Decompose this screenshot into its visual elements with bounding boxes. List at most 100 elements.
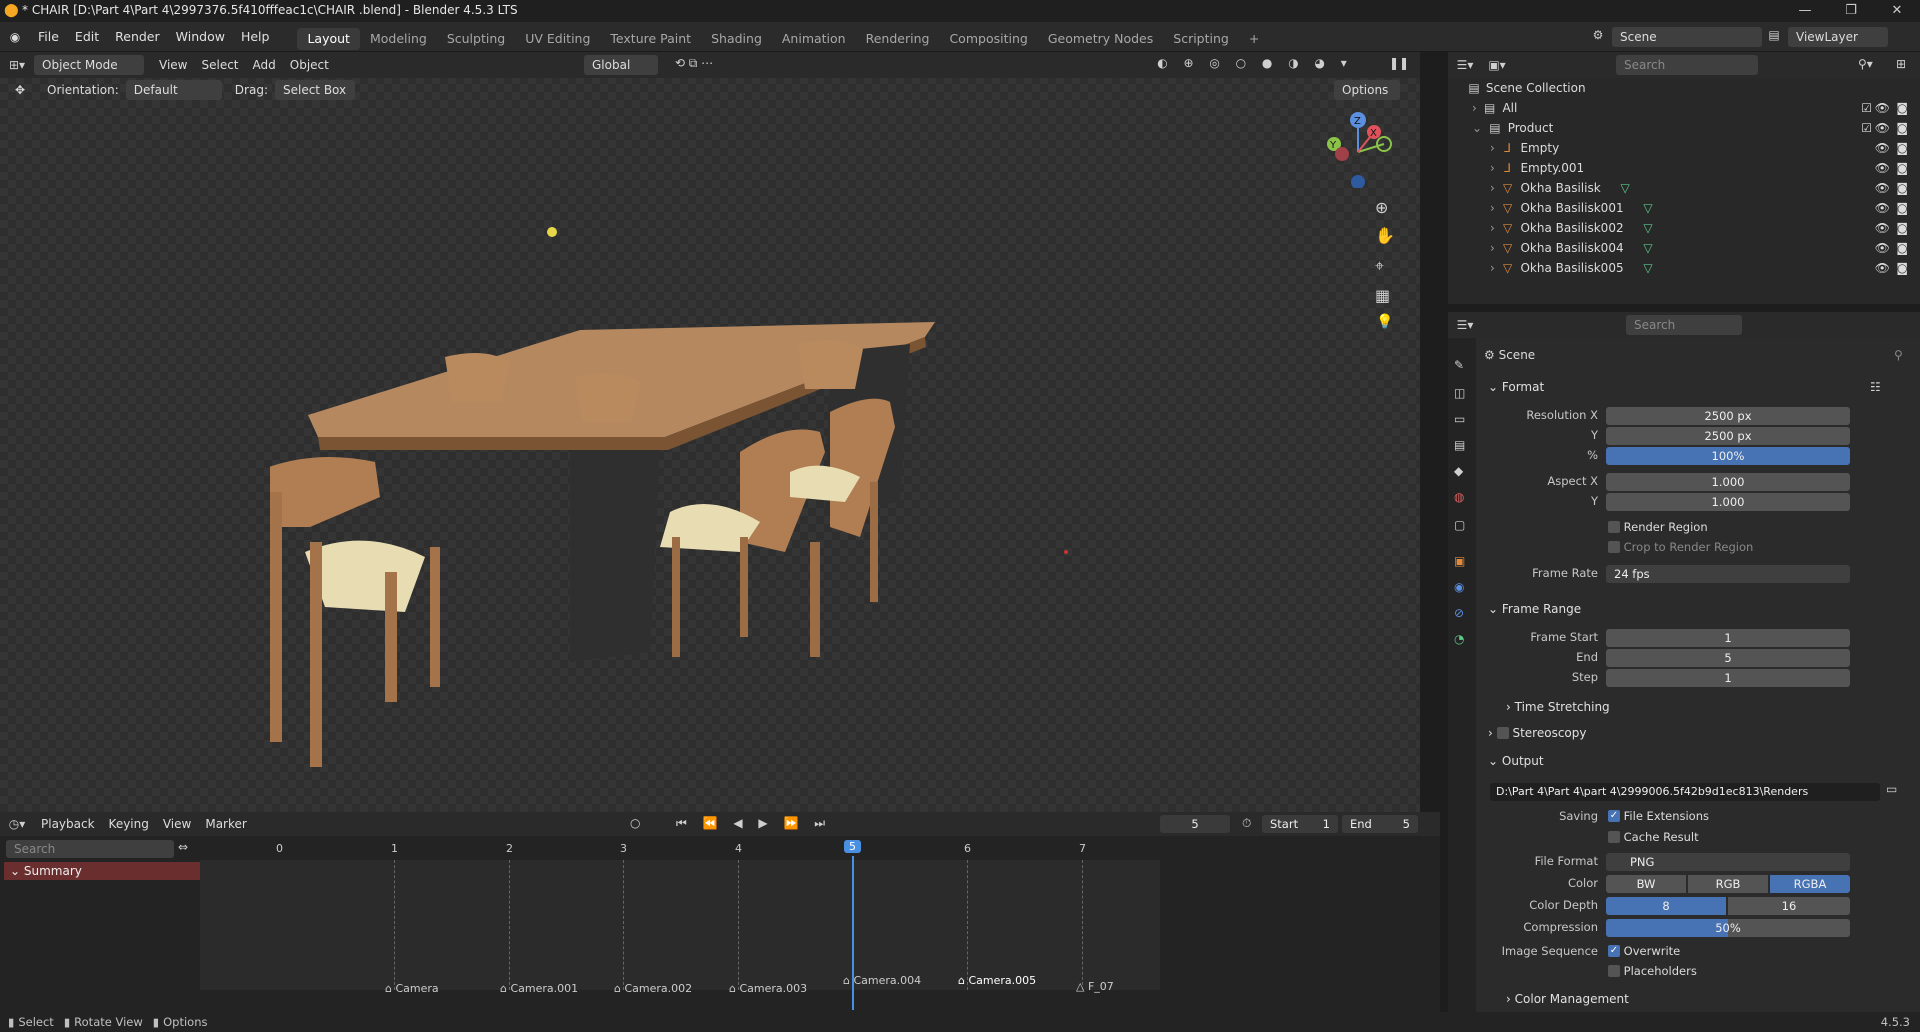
menu-marker[interactable]: Marker	[198, 813, 253, 835]
menu-file[interactable]: File	[30, 22, 67, 52]
output-path-field[interactable]: D:\Part 4\Part 4\part 4\2999006.5f42b9d1…	[1490, 783, 1880, 801]
start-frame-field[interactable]: Start 1	[1262, 815, 1338, 833]
pin-icon[interactable]: ⚲	[1894, 348, 1903, 362]
outliner-item[interactable]: › ▽ Okha Basilisk ▽ 👁 ◙	[1490, 178, 1912, 198]
tab-animation[interactable]: Animation	[772, 28, 856, 50]
chevron-right-icon[interactable]: ›	[1490, 261, 1495, 275]
tab-shading[interactable]: Shading	[701, 28, 772, 50]
collection-product-row[interactable]: ⌄ ▤ Product ☑ 👁 ◙	[1472, 118, 1912, 138]
chevron-right-icon[interactable]: ›	[1490, 221, 1495, 235]
object-tab-icon[interactable]: ▣	[1454, 554, 1465, 568]
transform-orientation-selector[interactable]: Global	[584, 55, 658, 75]
constraints-tab-icon[interactable]: ⊘	[1454, 606, 1464, 620]
file-extensions-checkbox[interactable]: ✓ File Extensions	[1608, 809, 1709, 823]
outliner-editor-icon[interactable]: ☰▾	[1448, 58, 1482, 72]
placeholders-checkbox[interactable]: Placeholders	[1608, 964, 1697, 978]
folder-icon[interactable]: ▭	[1886, 782, 1897, 796]
perspective-grid-icon[interactable]: ▦	[1375, 286, 1390, 305]
marker-camera-001[interactable]: ⌂ Camera.001	[500, 982, 578, 995]
3d-viewport[interactable]: ⊞▾ Object Mode View Select Add Object Gl…	[0, 52, 1420, 812]
data-tab-icon[interactable]: ◔	[1454, 632, 1464, 646]
scene-selector[interactable]: Scene	[1612, 27, 1762, 47]
render-region-checkbox[interactable]: Render Region	[1608, 520, 1708, 534]
frame-start-field[interactable]: 1	[1606, 629, 1850, 647]
blender-menu-icon[interactable]: ◉	[0, 30, 30, 44]
outliner-search[interactable]: Search	[1616, 55, 1758, 75]
display-mode-icon[interactable]: ▣▾	[1482, 58, 1512, 72]
cache-result-checkbox[interactable]: Cache Result	[1608, 830, 1699, 844]
dope-sheet-area[interactable]	[200, 860, 1160, 990]
outliner-item[interactable]: › ▽ Okha Basilisk002 ▽ 👁 ◙	[1490, 218, 1912, 238]
camera-render-icon[interactable]: ◙	[1896, 158, 1908, 178]
menu-render[interactable]: Render	[107, 22, 168, 52]
move-tool-icon[interactable]: ✥	[0, 83, 40, 97]
drag-selector[interactable]: Select Box	[274, 80, 355, 100]
eye-icon[interactable]: 👁	[1875, 138, 1890, 158]
eye-icon[interactable]: 👁	[1875, 158, 1890, 178]
color-rgb-button[interactable]: RGB	[1688, 875, 1768, 893]
crop-region-checkbox[interactable]: Crop to Render Region	[1608, 540, 1753, 554]
marker-f07[interactable]: △ F_07	[1076, 980, 1114, 993]
resolution-y-field[interactable]: 2500 px	[1606, 427, 1850, 445]
properties-editor-icon[interactable]: ☰▾	[1448, 318, 1482, 332]
light-icon[interactable]: 💡	[1376, 314, 1393, 330]
add-workspace-button[interactable]: +	[1239, 28, 1269, 50]
presets-icon[interactable]: ☷	[1870, 380, 1881, 394]
outliner-item[interactable]: › ▽ Okha Basilisk005 ▽ 👁 ◙	[1490, 258, 1912, 278]
color-depth-8-button[interactable]: 8	[1606, 897, 1726, 915]
chevron-right-icon[interactable]: ›	[1490, 161, 1495, 175]
section-time-stretching[interactable]: › Time Stretching	[1506, 700, 1610, 714]
marker-camera-004[interactable]: ⌂ Camera.004	[843, 974, 921, 987]
tab-compositing[interactable]: Compositing	[939, 28, 1037, 50]
tab-uv-editing[interactable]: UV Editing	[515, 28, 600, 50]
camera-render-icon[interactable]: ◙	[1896, 118, 1908, 138]
camera-render-icon[interactable]: ◙	[1896, 238, 1908, 258]
end-frame-field[interactable]: End 5	[1342, 815, 1418, 833]
timeline-editor-icon[interactable]: ◷▾	[0, 817, 34, 831]
camera-render-icon[interactable]: ◙	[1896, 98, 1908, 118]
eye-icon[interactable]: 👁	[1875, 118, 1890, 138]
eye-icon[interactable]: 👁	[1875, 178, 1890, 198]
swap-icon[interactable]: ⇔	[178, 840, 188, 854]
section-frame-range[interactable]: ⌄ Frame Range	[1488, 602, 1581, 616]
render-tab-icon[interactable]: ◫	[1454, 386, 1465, 400]
light-object-marker[interactable]	[547, 227, 557, 237]
properties-search[interactable]: Search	[1626, 315, 1742, 335]
marker-camera[interactable]: ⌂ Camera	[385, 982, 439, 995]
color-rgba-button[interactable]: RGBA	[1770, 875, 1850, 893]
options-button[interactable]: Options	[1334, 80, 1400, 100]
menu-help[interactable]: Help	[233, 22, 278, 52]
current-frame-field[interactable]: 5	[1160, 815, 1230, 833]
playback-controls[interactable]: ⏮ ⏪ ◀ ▶ ⏩ ⏭	[676, 816, 831, 831]
section-color-management[interactable]: › Color Management	[1506, 992, 1629, 1006]
minimize-button[interactable]: —	[1782, 0, 1828, 22]
auto-key-icon[interactable]: ○	[630, 816, 640, 830]
collection-tab-icon[interactable]: ▢	[1454, 518, 1465, 532]
camera-render-icon[interactable]: ◙	[1896, 178, 1908, 198]
filter-icon[interactable]: ⚲▾	[1858, 57, 1873, 71]
color-bw-button[interactable]: BW	[1606, 875, 1686, 893]
tab-scripting[interactable]: Scripting	[1163, 28, 1239, 50]
eye-icon[interactable]: 👁	[1875, 198, 1890, 218]
shading-mode-icons[interactable]: ◐ ⊕ ◎ ○ ● ◑ ◕ ▾	[1125, 56, 1385, 70]
mode-selector[interactable]: Object Mode	[34, 55, 144, 75]
zoom-icon[interactable]: ⊕	[1375, 198, 1388, 217]
physics-tab-icon[interactable]: ◉	[1454, 580, 1464, 594]
aspect-x-field[interactable]: 1.000	[1606, 473, 1850, 491]
resolution-percent-field[interactable]: 100%	[1606, 447, 1850, 465]
close-button[interactable]: ✕	[1874, 0, 1920, 22]
menu-view[interactable]: View	[156, 813, 198, 835]
tab-geometry-nodes[interactable]: Geometry Nodes	[1038, 28, 1163, 50]
current-frame-indicator[interactable]: 5	[844, 840, 861, 853]
chevron-right-icon[interactable]: ›	[1490, 201, 1495, 215]
menu-add[interactable]: Add	[246, 54, 283, 76]
overwrite-checkbox[interactable]: ✓ Overwrite	[1608, 944, 1680, 958]
eye-icon[interactable]: 👁	[1875, 238, 1890, 258]
frame-end-field[interactable]: 5	[1606, 649, 1850, 667]
tab-layout[interactable]: Layout	[297, 27, 360, 50]
menu-keying[interactable]: Keying	[102, 813, 156, 835]
aspect-y-field[interactable]: 1.000	[1606, 493, 1850, 511]
chevron-down-icon[interactable]: ⌄	[1472, 121, 1482, 135]
camera-render-icon[interactable]: ◙	[1896, 198, 1908, 218]
pan-hand-icon[interactable]: ✋	[1375, 226, 1395, 245]
